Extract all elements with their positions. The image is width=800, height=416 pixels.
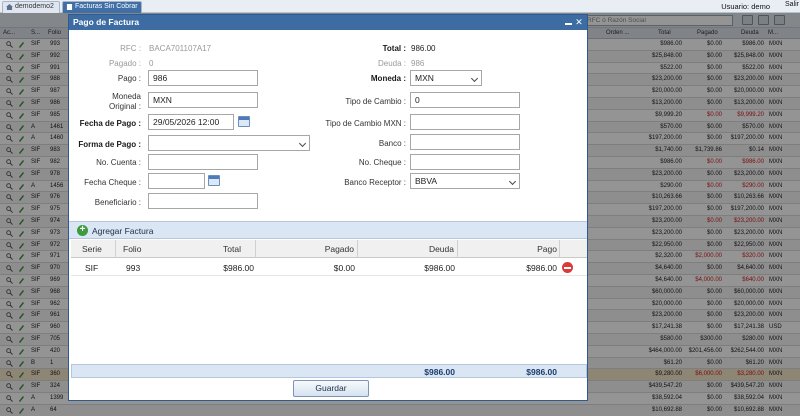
fecha-pago-label: Fecha de Pago : <box>79 119 141 128</box>
banco-input[interactable] <box>410 134 520 150</box>
moneda-value: MXN <box>415 73 434 83</box>
top-bar: demodemo2 Facturas Sin Cobrar Usuario: d… <box>0 0 800 13</box>
tab-demodemo2[interactable]: demodemo2 <box>2 1 60 13</box>
td-serie: SIF <box>85 263 99 273</box>
column-divider <box>357 240 358 258</box>
no-cuenta-label: No. Cuenta : <box>96 158 141 167</box>
no-cheque-label: No. Cheque : <box>358 158 406 167</box>
fecha-cheque-input[interactable] <box>148 173 205 189</box>
th-pago: Pago <box>537 244 557 254</box>
deuda-label: Deuda : <box>377 59 406 68</box>
dialog-title-text: Pago de Factura <box>73 17 140 27</box>
footer-deuda: $986.00 <box>424 367 455 377</box>
deuda-value: 986 <box>411 59 425 68</box>
chevron-down-icon <box>470 74 479 83</box>
no-cheque-input[interactable] <box>410 154 520 170</box>
minimize-icon[interactable] <box>565 19 572 25</box>
calendar-icon[interactable] <box>208 175 220 186</box>
td-pagado: $0.00 <box>333 263 355 273</box>
moneda-original-label-2: Original : <box>108 102 141 111</box>
guardar-button[interactable]: Guardar <box>293 380 369 397</box>
td-folio: 993 <box>126 263 141 273</box>
table-row[interactable]: SIF 993 $986.00 $0.00 $986.00 $986.00 <box>71 259 587 276</box>
th-total: Total <box>223 244 241 254</box>
th-serie: Serie <box>82 244 102 254</box>
td-total: $986.00 <box>223 263 254 273</box>
th-pagado: Pagado <box>324 244 354 254</box>
tab-label: demodemo2 <box>15 3 54 10</box>
moneda-original-label-1: Moneda <box>112 92 141 101</box>
home-icon <box>6 4 13 10</box>
close-icon[interactable]: ✕ <box>574 17 584 27</box>
pago-label: Pago : <box>117 74 141 83</box>
tipo-cambio-input[interactable]: 0 <box>410 92 520 108</box>
tipo-cambio-mxn-input[interactable] <box>410 114 520 130</box>
banco-receptor-label: Banco Receptor : <box>344 178 406 187</box>
rfc-value: BACA701107A17 <box>149 44 212 53</box>
moneda-select[interactable]: MXN <box>410 70 482 86</box>
column-divider <box>255 240 256 258</box>
tipo-cambio-mxn-label: Tipo de Cambio MXN : <box>325 119 406 128</box>
salir-link[interactable]: Salir <box>785 1 799 8</box>
no-cuenta-input[interactable] <box>148 154 258 170</box>
td-pago[interactable]: $986.00 <box>526 263 557 273</box>
column-divider <box>559 240 560 258</box>
column-divider <box>457 240 458 258</box>
table-footer: $986.00 $986.00 <box>71 364 587 378</box>
facturas-table-header: Serie Folio Total Pagado Deuda Pago <box>71 240 587 258</box>
pago-input[interactable]: 986 <box>148 70 258 86</box>
tipo-cambio-label: Tipo de Cambio : <box>345 97 406 106</box>
banco-receptor-value: BBVA <box>415 176 438 186</box>
footer-pago: $986.00 <box>526 367 557 377</box>
chevron-down-icon <box>508 177 517 186</box>
add-icon[interactable]: + <box>77 225 88 236</box>
agregar-factura-bar[interactable]: + Agregar Factura <box>69 221 587 239</box>
moneda-original-input[interactable]: MXN <box>148 92 258 108</box>
dialog-title: Pago de Factura <box>69 15 587 30</box>
pagado-label: Pagado : <box>108 59 141 68</box>
calendar-icon[interactable] <box>238 116 250 127</box>
document-icon <box>66 4 73 10</box>
tab-label: Facturas Sin Cobrar <box>75 3 138 10</box>
moneda-label: Moneda : <box>370 74 406 83</box>
th-deuda: Deuda <box>428 244 454 254</box>
td-deuda: $986.00 <box>424 263 455 273</box>
fecha-cheque-label: Fecha Cheque : <box>84 178 141 187</box>
tab-facturas-sin-cobrar[interactable]: Facturas Sin Cobrar <box>62 1 142 13</box>
beneficiario-input[interactable] <box>148 193 258 209</box>
banco-receptor-select[interactable]: BBVA <box>410 173 520 189</box>
pago-factura-dialog: Pago de Factura ✕ RFC : BACA701107A17 Pa… <box>68 14 588 401</box>
banco-label: Banco : <box>378 139 406 148</box>
beneficiario-label: Beneficiario : <box>94 198 141 207</box>
user-label: Usuario: demo <box>721 2 770 11</box>
agregar-factura-label[interactable]: Agregar Factura <box>92 226 153 236</box>
remove-icon[interactable] <box>562 262 573 273</box>
forma-pago-select[interactable] <box>148 135 310 151</box>
th-folio: Folio <box>123 244 142 254</box>
column-divider <box>115 240 116 258</box>
fecha-pago-input[interactable]: 29/05/2026 12:00 <box>148 114 234 130</box>
forma-pago-label: Forma de Pago : <box>78 140 141 149</box>
total-label: Total : <box>382 44 406 53</box>
chevron-down-icon <box>298 139 307 148</box>
pagado-value: 0 <box>149 59 154 68</box>
total-value: 986.00 <box>411 44 436 53</box>
rfc-label: RFC : <box>120 44 141 53</box>
